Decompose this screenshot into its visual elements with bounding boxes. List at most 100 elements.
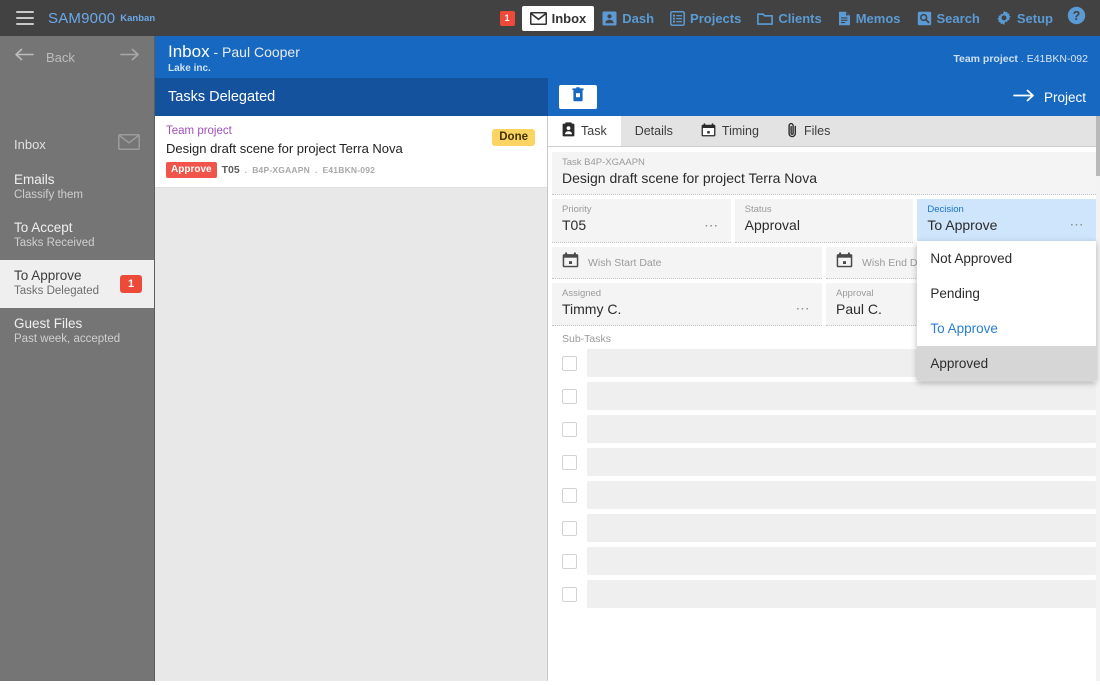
arrow-right-icon[interactable] — [120, 48, 140, 66]
folder-icon — [757, 12, 774, 25]
detail-scrollbar-thumb[interactable] — [1096, 116, 1100, 176]
task-title: Design draft scene for project Terra Nov… — [166, 141, 403, 156]
nav-item-search[interactable]: Search — [909, 6, 988, 31]
brand-subtitle: Kanban — [120, 12, 156, 24]
subtask-row[interactable] — [552, 547, 1096, 575]
nav-item-label: Inbox — [551, 10, 587, 26]
subtask-input[interactable] — [587, 415, 1096, 443]
status-value: Approval — [744, 217, 800, 233]
sidebar-item-title: To Accept — [14, 220, 73, 235]
nav-item-clients[interactable]: Clients — [749, 6, 829, 31]
decision-option-pending[interactable]: Pending — [917, 276, 1096, 311]
nav-item-memos[interactable]: Memos — [830, 6, 909, 31]
status-field[interactable]: Status Approval — [734, 199, 914, 243]
wish-start-date-placeholder: Wish Start Date — [588, 256, 662, 269]
subtask-input[interactable] — [587, 448, 1096, 476]
status-label: Status — [744, 204, 772, 215]
subtask-row[interactable] — [552, 514, 1096, 542]
subtask-checkbox[interactable] — [562, 421, 577, 437]
subtask-checkbox[interactable] — [562, 487, 577, 503]
task-list-panel: Team project Design draft scene for proj… — [155, 116, 548, 681]
subtask-row[interactable] — [552, 382, 1096, 410]
subtask-checkbox[interactable] — [562, 388, 577, 404]
arrow-left-icon — [14, 48, 34, 66]
subtask-row[interactable] — [552, 448, 1096, 476]
subtask-checkbox[interactable] — [562, 520, 577, 536]
priority-field[interactable]: Priority T05 ⋯ — [552, 199, 731, 243]
help-circle-icon[interactable]: ? — [1067, 6, 1086, 30]
sidebar-item-to-accept[interactable]: To Accept Tasks Received — [0, 212, 154, 260]
subtask-row[interactable] — [552, 580, 1096, 608]
tab-task[interactable]: Task — [548, 116, 621, 146]
decision-field[interactable]: Decision To Approve ⋯ Not Approved Pendi… — [917, 199, 1097, 381]
paperclip-icon — [787, 122, 798, 141]
assigned-field[interactable]: Assigned Timmy C. ⋯ — [552, 283, 822, 326]
nav-item-setup[interactable]: Setup — [988, 5, 1061, 31]
subtask-row[interactable] — [552, 481, 1096, 509]
task-name-label: Task B4P-XGAAPN — [562, 157, 645, 168]
subtask-input[interactable] — [587, 382, 1096, 410]
tab-files[interactable]: Files — [773, 116, 844, 146]
svg-text:?: ? — [1073, 9, 1081, 23]
subtask-input[interactable] — [587, 580, 1096, 608]
subtask-input[interactable] — [587, 547, 1096, 575]
subtask-input[interactable] — [587, 481, 1096, 509]
left-sidebar: Back Inbox Emails Classify them To Accep… — [0, 36, 155, 681]
task-name-field[interactable]: Task B4P-XGAAPN Design draft scene for p… — [552, 152, 1096, 195]
clipboard-icon — [562, 122, 575, 140]
sidebar-item-subtitle: Past week, accepted — [14, 333, 121, 345]
envelope-icon — [529, 11, 547, 25]
subtask-input[interactable] — [587, 514, 1096, 542]
subtask-checkbox[interactable] — [562, 553, 577, 569]
decision-option-not-approved[interactable]: Not Approved — [917, 241, 1096, 276]
priority-more-icon[interactable]: ⋯ — [704, 217, 720, 234]
sidebar-item-to-approve[interactable]: To Approve Tasks Delegated 1 — [0, 260, 154, 308]
gear-icon — [996, 10, 1012, 26]
nav-item-label: Dash — [622, 10, 655, 26]
subtask-row[interactable] — [552, 415, 1096, 443]
sidebar-section-inbox[interactable]: Inbox — [0, 124, 154, 164]
hamburger-menu-icon[interactable] — [16, 11, 34, 25]
delete-button[interactable] — [559, 85, 597, 109]
task-meta-separator-1: . — [244, 164, 248, 175]
header-toolbar-actions: Project — [548, 78, 1100, 116]
task-approve-chip: Approve — [166, 162, 217, 178]
subtask-checkbox[interactable] — [562, 355, 577, 371]
detail-tab-bar: Task Details Timing Files — [548, 116, 1100, 147]
assigned-label: Assigned — [562, 288, 602, 299]
detail-form: Task B4P-XGAAPN Design draft scene for p… — [548, 152, 1100, 685]
project-link[interactable]: Project — [1013, 89, 1086, 105]
sidebar-back-button[interactable]: Back — [0, 36, 154, 78]
decision-option-approved[interactable]: Approved — [917, 346, 1097, 381]
tab-timing[interactable]: Timing — [687, 116, 773, 146]
contact-card-icon — [602, 11, 617, 26]
sidebar-item-emails[interactable]: Emails Classify them — [0, 164, 154, 212]
app-window: SAM9000 Kanban 1 Inbox Dash Projects Cli… — [0, 0, 1100, 685]
notification-badge[interactable]: 1 — [499, 10, 515, 26]
detail-scrollbar[interactable] — [1096, 116, 1100, 681]
task-meta: Approve T05 . B4P-XGAAPN . E41BKN-092 — [166, 162, 536, 178]
wish-start-date-field[interactable]: Wish Start Date — [552, 247, 822, 279]
sidebar-item-guest-files[interactable]: Guest Files Past week, accepted — [0, 308, 154, 356]
task-list-item[interactable]: Team project Design draft scene for proj… — [155, 116, 547, 188]
nav-item-dash[interactable]: Dash — [594, 6, 662, 31]
assigned-value: Timmy C. — [562, 301, 622, 317]
priority-status-decision-row: Priority T05 ⋯ Status Approval Decision … — [552, 199, 1097, 381]
header-toolbar-title: Tasks Delegated — [168, 89, 276, 105]
sidebar-item-subtitle: Classify them — [14, 189, 84, 201]
subtask-checkbox[interactable] — [562, 454, 577, 470]
nav-item-label: Search — [936, 10, 980, 26]
assigned-more-icon[interactable]: ⋯ — [796, 300, 812, 317]
page-title-main: Inbox — [168, 42, 210, 61]
header-toolbar: Tasks Delegated Project — [155, 78, 1100, 116]
decision-option-to-approve[interactable]: To Approve — [917, 311, 1096, 346]
nav-item-projects[interactable]: Projects — [662, 6, 749, 31]
decision-more-icon[interactable]: ⋯ — [1070, 216, 1086, 233]
search-icon — [917, 11, 932, 26]
sidebar-back-label: Back — [46, 49, 75, 65]
task-reference-1: B4P-XGAAPN — [252, 164, 310, 175]
subtask-checkbox[interactable] — [562, 586, 577, 602]
tab-details[interactable]: Details — [621, 116, 687, 146]
nav-item-inbox[interactable]: Inbox — [521, 5, 595, 31]
